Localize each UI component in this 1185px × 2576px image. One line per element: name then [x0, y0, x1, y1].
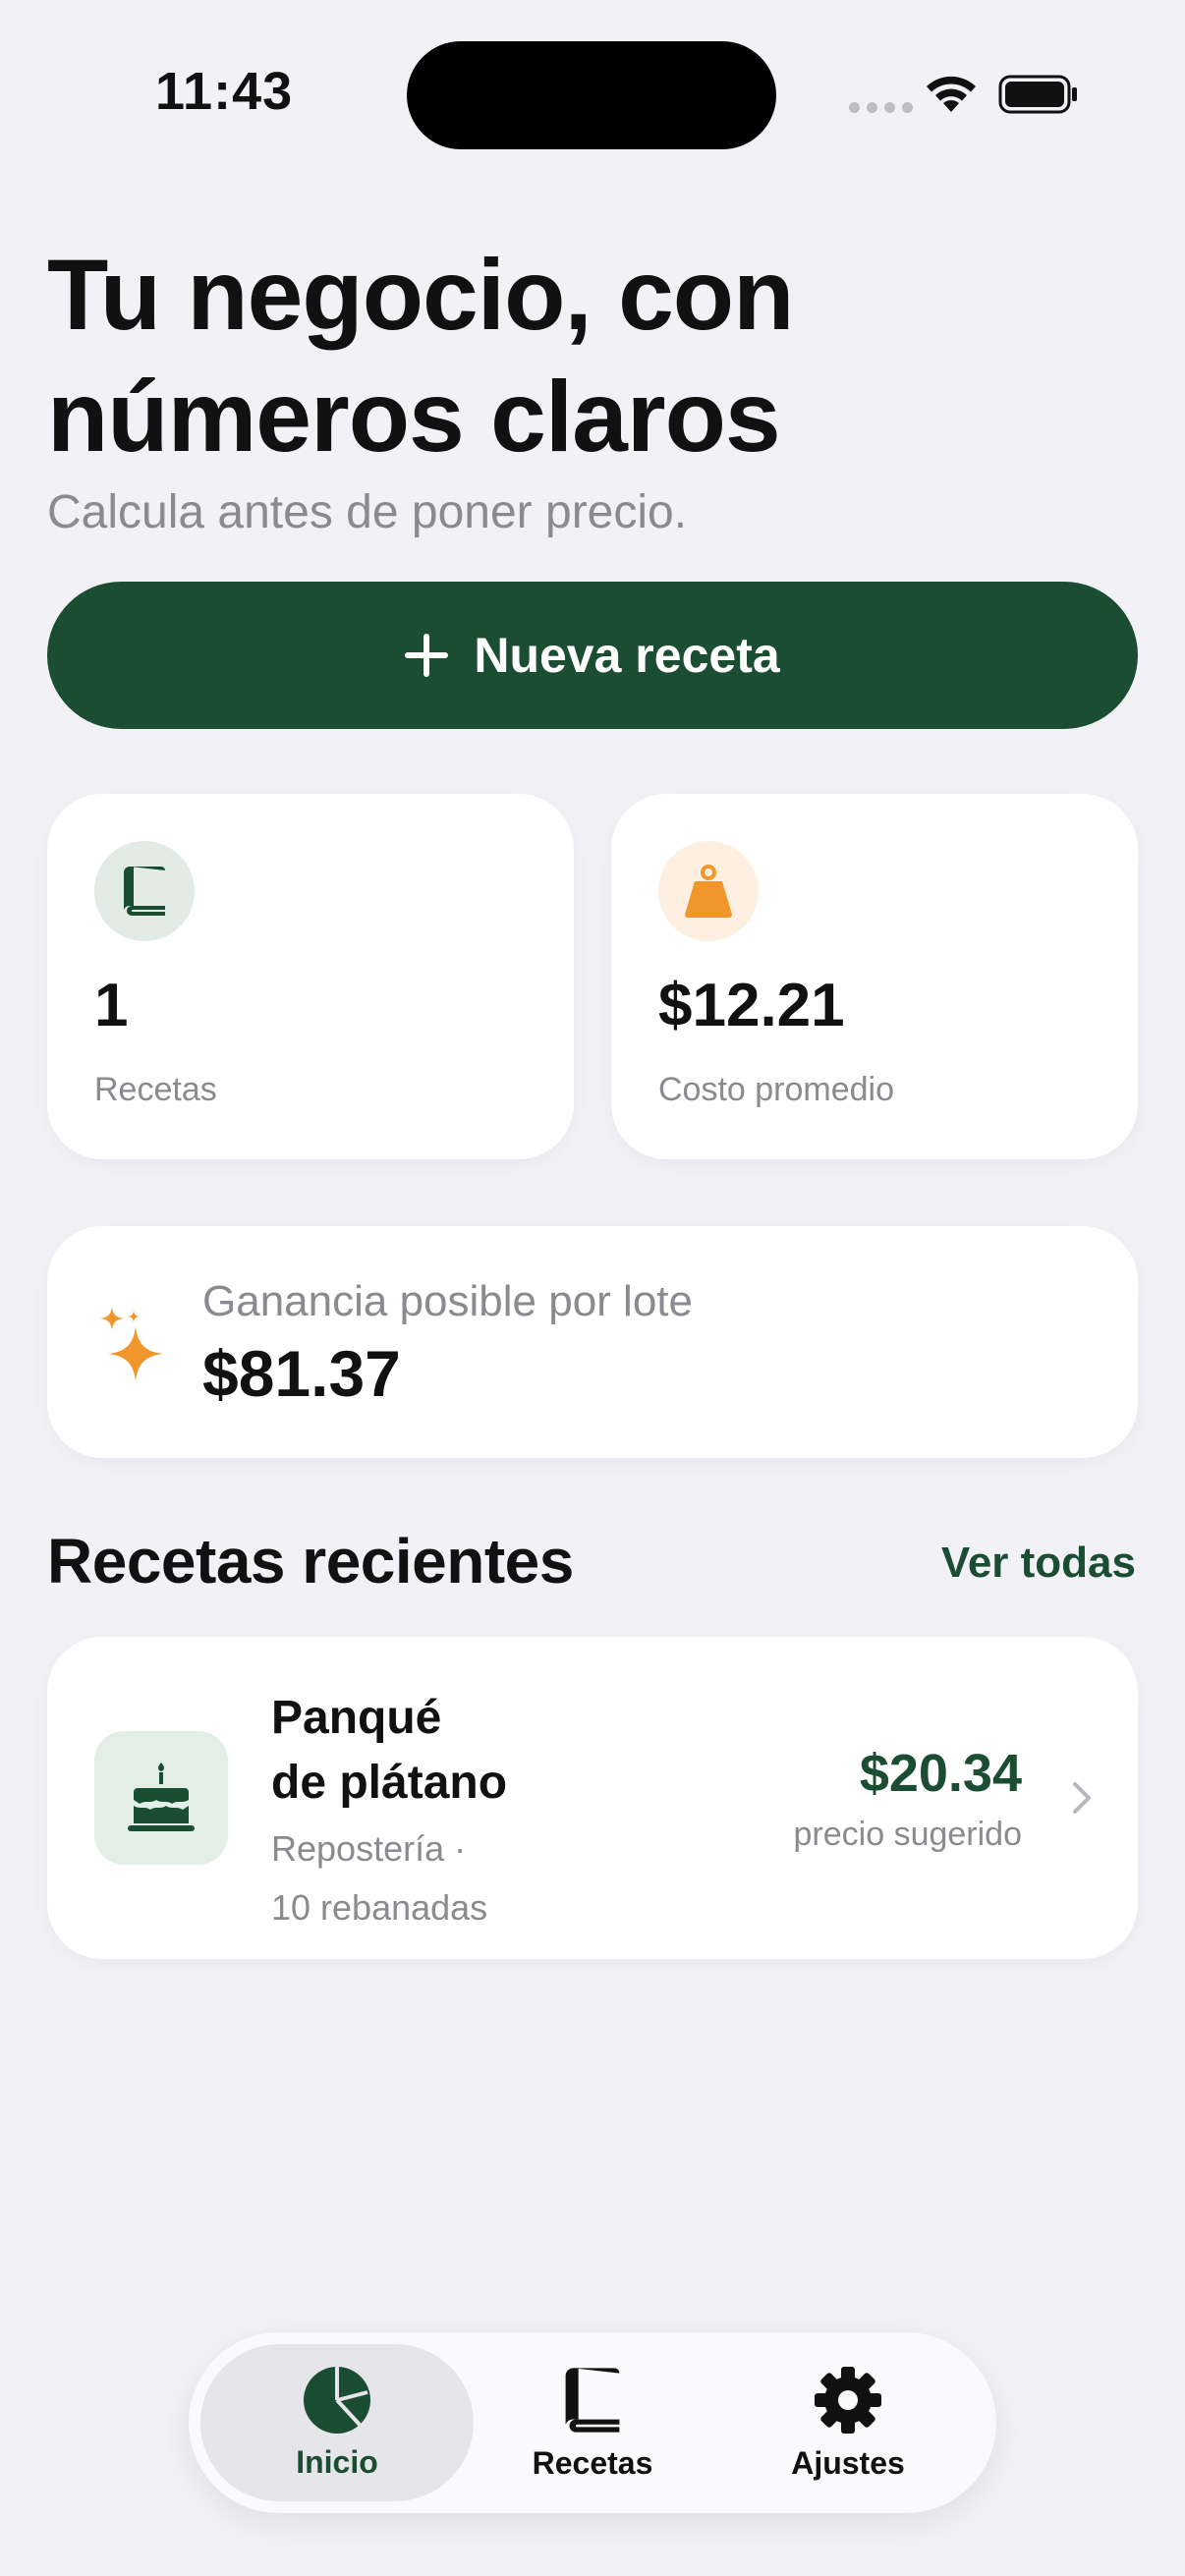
tab-home-label: Inicio: [296, 2443, 378, 2480]
profit-card: Ganancia posible por lote $81.37: [47, 1226, 1138, 1458]
recent-recipes-title: Recetas recientes: [47, 1526, 574, 1596]
tab-settings-label: Ajustes: [791, 2444, 905, 2481]
book-icon: [94, 841, 195, 941]
dynamic-island: [407, 41, 776, 149]
stat-card-average-cost: $12.21 Costo promedio: [611, 794, 1138, 1159]
cake-icon: [94, 1731, 228, 1865]
tab-home[interactable]: Inicio: [200, 2344, 474, 2501]
tab-recipes-label: Recetas: [532, 2444, 653, 2481]
status-time: 11:43: [155, 62, 294, 121]
recipe-category: Repostería ·: [271, 1828, 467, 1869]
stat-card-recipes: 1 Recetas: [47, 794, 574, 1159]
chart-pie-icon: [304, 2366, 370, 2434]
page-subtitle: Calcula antes de poner precio.: [47, 486, 688, 538]
page-title: Tu negocio, con números claros: [47, 239, 794, 473]
weight-icon: [658, 841, 759, 941]
new-recipe-label: Nueva receta: [474, 628, 780, 683]
recipe-list-item[interactable]: Panqué de plátano Repostería · 10 rebana…: [47, 1637, 1138, 1959]
book-icon: [565, 2367, 620, 2433]
tab-settings[interactable]: Ajustes: [711, 2344, 985, 2501]
average-cost-value: $12.21: [658, 972, 845, 1039]
profit-value: $81.37: [202, 1337, 401, 1410]
recipes-count-label: Recetas: [94, 1071, 217, 1108]
gear-icon: [815, 2366, 881, 2434]
tab-recipes[interactable]: Recetas: [456, 2344, 729, 2501]
recipes-count: 1: [94, 972, 129, 1039]
recipe-yield: 10 rebanadas: [271, 1887, 488, 1928]
recipe-meta: Repostería · 10 rebanadas: [271, 1820, 487, 1937]
cellular-signal-icon: [849, 102, 913, 113]
recipe-price: $20.34: [859, 1744, 1022, 1803]
plus-icon: [405, 634, 449, 677]
sparkles-icon: [100, 1307, 163, 1381]
recipe-name: Panqué de plátano: [271, 1686, 507, 1816]
recipe-name-line2: de plátano: [271, 1757, 508, 1809]
chevron-right-icon: [1073, 1782, 1091, 1814]
profit-label: Ganancia posible por lote: [202, 1277, 693, 1325]
see-all-link[interactable]: Ver todas: [941, 1539, 1136, 1588]
tab-bar: Inicio Recetas Ajustes: [189, 2332, 996, 2513]
new-recipe-button[interactable]: Nueva receta: [47, 582, 1138, 729]
average-cost-label: Costo promedio: [658, 1071, 895, 1108]
recipe-price-label: precio sugerido: [793, 1816, 1022, 1853]
battery-icon: [998, 75, 1077, 114]
home-screen: 11:43 Tu negocio, con números claros Cal…: [0, 0, 1185, 2576]
wifi-icon: [927, 76, 976, 112]
recipe-name-line1: Panqué: [271, 1692, 442, 1744]
